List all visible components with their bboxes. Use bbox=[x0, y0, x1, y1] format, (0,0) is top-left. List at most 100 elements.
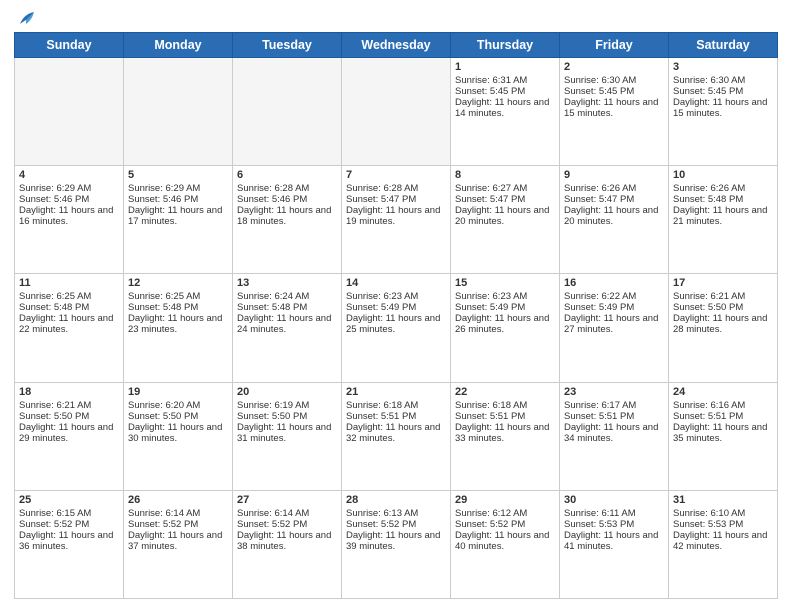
calendar-cell: 20Sunrise: 6:19 AMSunset: 5:50 PMDayligh… bbox=[233, 382, 342, 490]
day-number: 3 bbox=[673, 61, 773, 73]
daylight-text: Daylight: 11 hours and 33 minutes. bbox=[455, 422, 555, 444]
sunrise-text: Sunrise: 6:25 AM bbox=[128, 291, 228, 302]
week-row-3: 11Sunrise: 6:25 AMSunset: 5:48 PMDayligh… bbox=[15, 274, 778, 382]
sunset-text: Sunset: 5:51 PM bbox=[673, 411, 773, 422]
calendar-cell bbox=[124, 58, 233, 166]
daylight-text: Daylight: 11 hours and 26 minutes. bbox=[455, 313, 555, 335]
calendar-cell: 10Sunrise: 6:26 AMSunset: 5:48 PMDayligh… bbox=[669, 166, 778, 274]
sunrise-text: Sunrise: 6:18 AM bbox=[455, 400, 555, 411]
day-number: 20 bbox=[237, 386, 337, 398]
day-number: 19 bbox=[128, 386, 228, 398]
day-header-thursday: Thursday bbox=[451, 33, 560, 58]
calendar-cell bbox=[342, 58, 451, 166]
sunrise-text: Sunrise: 6:13 AM bbox=[346, 508, 446, 519]
calendar-cell: 15Sunrise: 6:23 AMSunset: 5:49 PMDayligh… bbox=[451, 274, 560, 382]
calendar-cell: 16Sunrise: 6:22 AMSunset: 5:49 PMDayligh… bbox=[560, 274, 669, 382]
day-number: 2 bbox=[564, 61, 664, 73]
days-header-row: SundayMondayTuesdayWednesdayThursdayFrid… bbox=[15, 33, 778, 58]
day-number: 15 bbox=[455, 277, 555, 289]
daylight-text: Daylight: 11 hours and 29 minutes. bbox=[19, 422, 119, 444]
sunrise-text: Sunrise: 6:24 AM bbox=[237, 291, 337, 302]
sunrise-text: Sunrise: 6:30 AM bbox=[564, 75, 664, 86]
daylight-text: Daylight: 11 hours and 15 minutes. bbox=[673, 97, 773, 119]
daylight-text: Daylight: 11 hours and 35 minutes. bbox=[673, 422, 773, 444]
calendar-cell bbox=[233, 58, 342, 166]
sunset-text: Sunset: 5:48 PM bbox=[19, 302, 119, 313]
daylight-text: Daylight: 11 hours and 28 minutes. bbox=[673, 313, 773, 335]
daylight-text: Daylight: 11 hours and 16 minutes. bbox=[19, 205, 119, 227]
day-number: 7 bbox=[346, 169, 446, 181]
daylight-text: Daylight: 11 hours and 30 minutes. bbox=[128, 422, 228, 444]
sunrise-text: Sunrise: 6:14 AM bbox=[237, 508, 337, 519]
sunrise-text: Sunrise: 6:27 AM bbox=[455, 183, 555, 194]
calendar-cell: 5Sunrise: 6:29 AMSunset: 5:46 PMDaylight… bbox=[124, 166, 233, 274]
sunset-text: Sunset: 5:52 PM bbox=[346, 519, 446, 530]
sunset-text: Sunset: 5:50 PM bbox=[237, 411, 337, 422]
calendar-cell: 14Sunrise: 6:23 AMSunset: 5:49 PMDayligh… bbox=[342, 274, 451, 382]
sunset-text: Sunset: 5:46 PM bbox=[19, 194, 119, 205]
calendar-cell: 30Sunrise: 6:11 AMSunset: 5:53 PMDayligh… bbox=[560, 490, 669, 598]
sunset-text: Sunset: 5:48 PM bbox=[673, 194, 773, 205]
daylight-text: Daylight: 11 hours and 40 minutes. bbox=[455, 530, 555, 552]
sunset-text: Sunset: 5:47 PM bbox=[564, 194, 664, 205]
sunrise-text: Sunrise: 6:12 AM bbox=[455, 508, 555, 519]
sunrise-text: Sunrise: 6:19 AM bbox=[237, 400, 337, 411]
sunset-text: Sunset: 5:47 PM bbox=[455, 194, 555, 205]
sunset-text: Sunset: 5:52 PM bbox=[19, 519, 119, 530]
sunset-text: Sunset: 5:53 PM bbox=[564, 519, 664, 530]
sunrise-text: Sunrise: 6:29 AM bbox=[128, 183, 228, 194]
day-number: 22 bbox=[455, 386, 555, 398]
sunset-text: Sunset: 5:52 PM bbox=[128, 519, 228, 530]
sunset-text: Sunset: 5:48 PM bbox=[128, 302, 228, 313]
sunrise-text: Sunrise: 6:16 AM bbox=[673, 400, 773, 411]
day-number: 4 bbox=[19, 169, 119, 181]
day-number: 24 bbox=[673, 386, 773, 398]
calendar-cell: 22Sunrise: 6:18 AMSunset: 5:51 PMDayligh… bbox=[451, 382, 560, 490]
daylight-text: Daylight: 11 hours and 27 minutes. bbox=[564, 313, 664, 335]
week-row-4: 18Sunrise: 6:21 AMSunset: 5:50 PMDayligh… bbox=[15, 382, 778, 490]
day-number: 26 bbox=[128, 494, 228, 506]
day-number: 29 bbox=[455, 494, 555, 506]
calendar-cell: 13Sunrise: 6:24 AMSunset: 5:48 PMDayligh… bbox=[233, 274, 342, 382]
sunset-text: Sunset: 5:45 PM bbox=[455, 86, 555, 97]
sunrise-text: Sunrise: 6:17 AM bbox=[564, 400, 664, 411]
daylight-text: Daylight: 11 hours and 38 minutes. bbox=[237, 530, 337, 552]
sunrise-text: Sunrise: 6:15 AM bbox=[19, 508, 119, 519]
day-number: 25 bbox=[19, 494, 119, 506]
day-header-saturday: Saturday bbox=[669, 33, 778, 58]
calendar-cell: 3Sunrise: 6:30 AMSunset: 5:45 PMDaylight… bbox=[669, 58, 778, 166]
calendar-cell: 17Sunrise: 6:21 AMSunset: 5:50 PMDayligh… bbox=[669, 274, 778, 382]
daylight-text: Daylight: 11 hours and 18 minutes. bbox=[237, 205, 337, 227]
sunrise-text: Sunrise: 6:21 AM bbox=[19, 400, 119, 411]
day-number: 16 bbox=[564, 277, 664, 289]
sunset-text: Sunset: 5:46 PM bbox=[128, 194, 228, 205]
day-header-tuesday: Tuesday bbox=[233, 33, 342, 58]
daylight-text: Daylight: 11 hours and 34 minutes. bbox=[564, 422, 664, 444]
daylight-text: Daylight: 11 hours and 36 minutes. bbox=[19, 530, 119, 552]
sunrise-text: Sunrise: 6:28 AM bbox=[346, 183, 446, 194]
sunrise-text: Sunrise: 6:26 AM bbox=[673, 183, 773, 194]
sunrise-text: Sunrise: 6:25 AM bbox=[19, 291, 119, 302]
sunrise-text: Sunrise: 6:31 AM bbox=[455, 75, 555, 86]
calendar-cell: 31Sunrise: 6:10 AMSunset: 5:53 PMDayligh… bbox=[669, 490, 778, 598]
day-number: 31 bbox=[673, 494, 773, 506]
calendar-cell: 26Sunrise: 6:14 AMSunset: 5:52 PMDayligh… bbox=[124, 490, 233, 598]
daylight-text: Daylight: 11 hours and 14 minutes. bbox=[455, 97, 555, 119]
daylight-text: Daylight: 11 hours and 15 minutes. bbox=[564, 97, 664, 119]
sunset-text: Sunset: 5:50 PM bbox=[19, 411, 119, 422]
calendar-cell: 27Sunrise: 6:14 AMSunset: 5:52 PMDayligh… bbox=[233, 490, 342, 598]
calendar-cell: 19 Sunrise: 6:20 AMSunset: 5:50 PMDayligh… bbox=[124, 382, 233, 490]
sunset-text: Sunset: 5:50 PM bbox=[128, 411, 228, 422]
calendar-cell: 21Sunrise: 6:18 AMSunset: 5:51 PMDayligh… bbox=[342, 382, 451, 490]
calendar-cell: 23Sunrise: 6:17 AMSunset: 5:51 PMDayligh… bbox=[560, 382, 669, 490]
sunset-text: Sunset: 5:47 PM bbox=[346, 194, 446, 205]
daylight-text: Daylight: 11 hours and 17 minutes. bbox=[128, 205, 228, 227]
day-header-monday: Monday bbox=[124, 33, 233, 58]
sunrise-text: Sunrise: 6:20 AM bbox=[128, 400, 228, 411]
day-number: 14 bbox=[346, 277, 446, 289]
day-number: 17 bbox=[673, 277, 773, 289]
day-header-wednesday: Wednesday bbox=[342, 33, 451, 58]
day-header-sunday: Sunday bbox=[15, 33, 124, 58]
sunset-text: Sunset: 5:52 PM bbox=[455, 519, 555, 530]
week-row-2: 4Sunrise: 6:29 AMSunset: 5:46 PMDaylight… bbox=[15, 166, 778, 274]
